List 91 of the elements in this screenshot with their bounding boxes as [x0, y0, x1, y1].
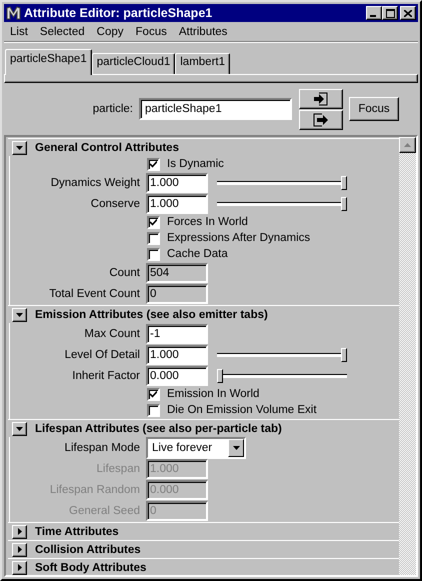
section-toggle-button[interactable]: [12, 140, 27, 154]
section-toggle-button[interactable]: [12, 308, 27, 322]
checkbox-label: Is Dynamic: [167, 158, 224, 170]
maximize-icon: [386, 8, 394, 18]
section-title: Emission Attributes (see also emitter tabs): [35, 308, 268, 320]
section-title: Lifespan Attributes (see also per-particle tab): [35, 422, 282, 434]
field-label: Level Of Detail: [64, 348, 141, 360]
section-toggle-button[interactable]: [12, 542, 27, 556]
check-icon: [150, 160, 157, 168]
focus-button[interactable]: Focus: [349, 97, 399, 121]
field-label: Count: [108, 266, 141, 278]
app-logo-icon: [6, 6, 21, 20]
collapse-arrow-icon: [16, 312, 23, 316]
check-icon: [150, 390, 157, 398]
field-label: Max Count: [83, 328, 141, 340]
input-connection-button[interactable]: [299, 88, 343, 108]
input-field[interactable]: 0.000: [146, 366, 208, 386]
collapse-arrow-icon: [16, 426, 23, 430]
tab[interactable]: particleCloud1: [92, 53, 176, 74]
section-title: Time Attributes: [35, 526, 119, 538]
menu-item[interactable]: Copy: [90, 26, 130, 38]
checkbox-label: Expressions After Dynamics: [167, 232, 310, 244]
input-field[interactable]: 1.000: [146, 194, 208, 214]
menu-item[interactable]: Focus: [130, 26, 173, 38]
scroll-up-button[interactable]: [399, 137, 416, 153]
section-toggle-button[interactable]: [12, 524, 27, 538]
slider[interactable]: [217, 368, 347, 382]
field-label: Lifespan Mode: [64, 442, 141, 454]
menu-item[interactable]: Attributes: [172, 26, 234, 38]
field-label: Dynamics Weight: [50, 176, 141, 188]
slider[interactable]: [217, 176, 347, 190]
checkbox[interactable]: [147, 232, 160, 244]
field-label: Conserve: [90, 198, 141, 210]
checkbox[interactable]: [147, 388, 160, 400]
close-icon: [404, 10, 412, 16]
section-toggle-button[interactable]: [12, 560, 27, 574]
section-header[interactable]: Emission Attributes (see also emitter tabs): [8, 305, 399, 323]
section-header[interactable]: Soft Body Attributes: [8, 558, 399, 575]
tab[interactable]: lambert1: [175, 53, 230, 74]
input-field[interactable]: 504: [146, 262, 208, 282]
slider[interactable]: [217, 196, 347, 210]
input-field[interactable]: particleShape1: [139, 98, 292, 120]
section-toggle-button[interactable]: [12, 422, 27, 436]
dropdown[interactable]: Live forever: [146, 436, 246, 458]
slider-thumb[interactable]: [217, 368, 223, 382]
checkbox[interactable]: [147, 216, 160, 228]
checkbox-label: Emission In World: [167, 388, 260, 400]
section-header[interactable]: General Control Attributes: [8, 138, 399, 156]
menu-item[interactable]: Selected: [34, 26, 91, 38]
slider-thumb[interactable]: [341, 176, 347, 190]
checkbox-label: Forces In World: [167, 216, 248, 228]
expand-arrow-icon: [18, 564, 22, 571]
section-header[interactable]: Collision Attributes: [8, 540, 399, 558]
arrow-out-of-box-icon: [313, 112, 329, 126]
checkbox[interactable]: [147, 248, 160, 260]
check-icon: [150, 218, 157, 226]
arrow-into-box-icon: [314, 92, 328, 106]
input-field[interactable]: 1.000: [146, 172, 208, 192]
input-field[interactable]: 1.000: [146, 344, 208, 364]
scrollbar[interactable]: [399, 137, 416, 575]
close-button[interactable]: [400, 6, 416, 20]
slider-thumb[interactable]: [341, 348, 347, 362]
field-label: General Seed: [68, 504, 141, 516]
field-label: Lifespan Random: [48, 484, 141, 496]
input-field[interactable]: -1: [146, 324, 208, 344]
section-title: Soft Body Attributes: [35, 562, 146, 574]
window-title: Attribute Editor: particleShape1: [24, 6, 214, 20]
expand-arrow-icon: [18, 546, 22, 553]
menu-item[interactable]: List: [4, 26, 34, 38]
field-label: Inherit Factor: [71, 370, 141, 382]
slider-thumb[interactable]: [341, 196, 347, 210]
slider[interactable]: [217, 348, 347, 362]
collapse-arrow-icon: [16, 146, 23, 150]
minimize-button[interactable]: [366, 6, 382, 20]
up-arrow-icon: [404, 143, 411, 147]
output-connection-button[interactable]: [299, 110, 343, 130]
dropdown-arrow-icon: [232, 446, 240, 450]
section-header[interactable]: Time Attributes: [8, 522, 399, 540]
input-field[interactable]: 0: [146, 284, 208, 304]
field-label: Total Event Count: [48, 288, 141, 300]
section-title: Collision Attributes: [35, 544, 141, 556]
expand-arrow-icon: [18, 528, 22, 535]
checkbox[interactable]: [147, 404, 160, 416]
maximize-button[interactable]: [382, 6, 398, 20]
field-label: particle:: [92, 103, 134, 115]
checkbox-label: Cache Data: [167, 248, 228, 260]
checkbox[interactable]: [147, 158, 160, 170]
section-title: General Control Attributes: [35, 142, 179, 154]
field-label: Lifespan: [96, 462, 141, 474]
checkbox-label: Die On Emission Volume Exit: [167, 404, 317, 416]
tab[interactable]: particleShape1: [5, 49, 92, 75]
